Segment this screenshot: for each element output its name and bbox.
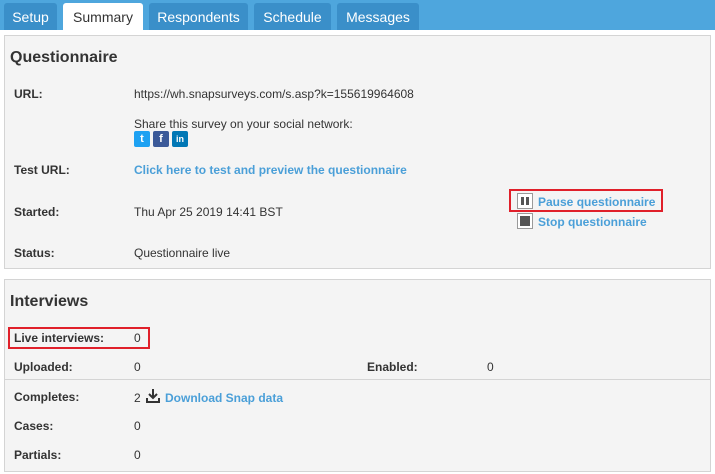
live-interviews-value: 0: [134, 331, 141, 345]
partials-label: Partials:: [14, 448, 62, 462]
test-url-link[interactable]: Click here to test and preview the quest…: [134, 163, 407, 177]
status-label: Status:: [14, 246, 55, 260]
interviews-panel: [4, 279, 711, 472]
pause-icon[interactable]: [517, 193, 533, 209]
live-interviews-label: Live interviews:: [14, 331, 105, 345]
uploaded-label: Uploaded:: [14, 360, 73, 374]
completes-label: Completes:: [14, 390, 80, 404]
questionnaire-panel: [4, 35, 711, 269]
interviews-divider: [4, 379, 711, 380]
started-label: Started:: [14, 205, 60, 219]
tab-summary[interactable]: Summary: [63, 3, 143, 31]
url-value: https://wh.snapsurveys.com/s.asp?k=15561…: [134, 87, 414, 101]
download-icon[interactable]: [145, 388, 161, 404]
partials-value: 0: [134, 448, 141, 462]
twitter-icon[interactable]: t: [134, 131, 150, 147]
cases-value: 0: [134, 419, 141, 433]
tab-setup[interactable]: Setup: [4, 3, 57, 30]
enabled-value: 0: [487, 360, 494, 374]
linkedin-icon[interactable]: in: [172, 131, 188, 147]
started-value: Thu Apr 25 2019 14:41 BST: [134, 205, 283, 219]
download-snap-data-link[interactable]: Download Snap data: [165, 391, 283, 405]
facebook-icon[interactable]: f: [153, 131, 169, 147]
interviews-title: Interviews: [10, 293, 89, 310]
tab-bar: Setup Summary Respondents Schedule Messa…: [0, 0, 715, 31]
tab-schedule[interactable]: Schedule: [254, 3, 331, 30]
cases-label: Cases:: [14, 419, 54, 433]
stop-questionnaire-link[interactable]: Stop questionnaire: [538, 215, 647, 229]
pause-questionnaire-link[interactable]: Pause questionnaire: [538, 195, 655, 209]
url-label: URL:: [14, 87, 43, 101]
completes-value: 2: [134, 391, 141, 405]
status-value: Questionnaire live: [134, 246, 231, 260]
tab-respondents[interactable]: Respondents: [149, 3, 248, 30]
stop-icon[interactable]: [517, 213, 533, 229]
enabled-label: Enabled:: [367, 360, 418, 374]
test-url-label: Test URL:: [14, 163, 70, 177]
uploaded-value: 0: [134, 360, 141, 374]
tab-messages[interactable]: Messages: [337, 3, 419, 30]
questionnaire-title: Questionnaire: [10, 49, 118, 66]
share-text: Share this survey on your social network…: [134, 117, 353, 131]
